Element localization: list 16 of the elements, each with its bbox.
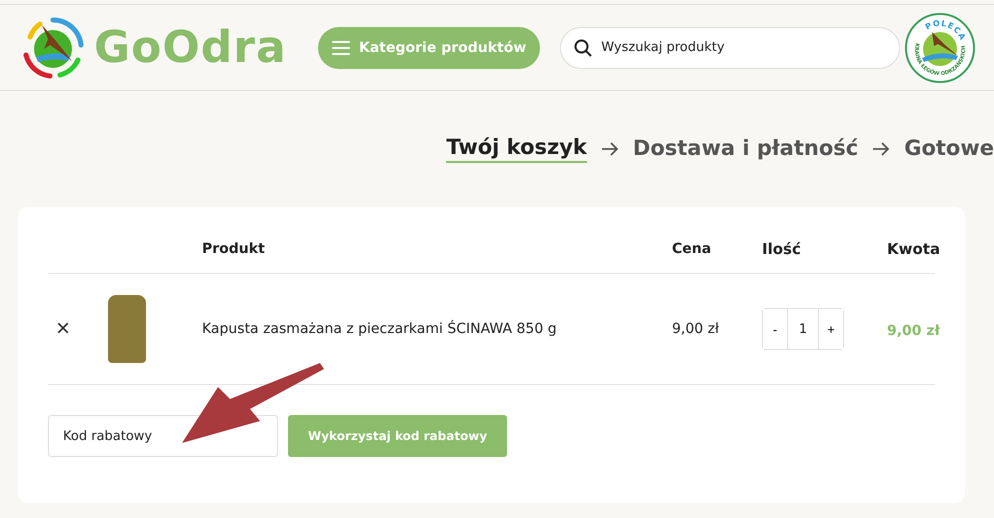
arrow-icon	[872, 142, 890, 156]
line-total: 9,00 zł	[887, 322, 940, 338]
price: 9,00 zł	[672, 321, 719, 337]
checkout-step[interactable]: Twój koszyk	[446, 135, 587, 163]
search-field[interactable]: Wyszukaj produkty	[560, 26, 900, 68]
product-name[interactable]: Kapusta zasmażana z pieczarkami ŚCINAWA 850 g	[202, 321, 557, 337]
remove-button[interactable]: ×	[48, 315, 70, 343]
column-header: Cena	[672, 241, 712, 257]
column-header: Ilość	[762, 240, 801, 258]
checkout-step[interactable]: Dostawa i płatność	[632, 136, 858, 162]
column-header: Produkt	[202, 241, 265, 257]
photo-placeholder	[108, 295, 146, 363]
menu-icon	[332, 40, 350, 54]
checkout-step[interactable]: Gotowe	[904, 136, 994, 162]
arrow-icon	[600, 142, 619, 156]
column-header: Kwota	[887, 240, 940, 258]
